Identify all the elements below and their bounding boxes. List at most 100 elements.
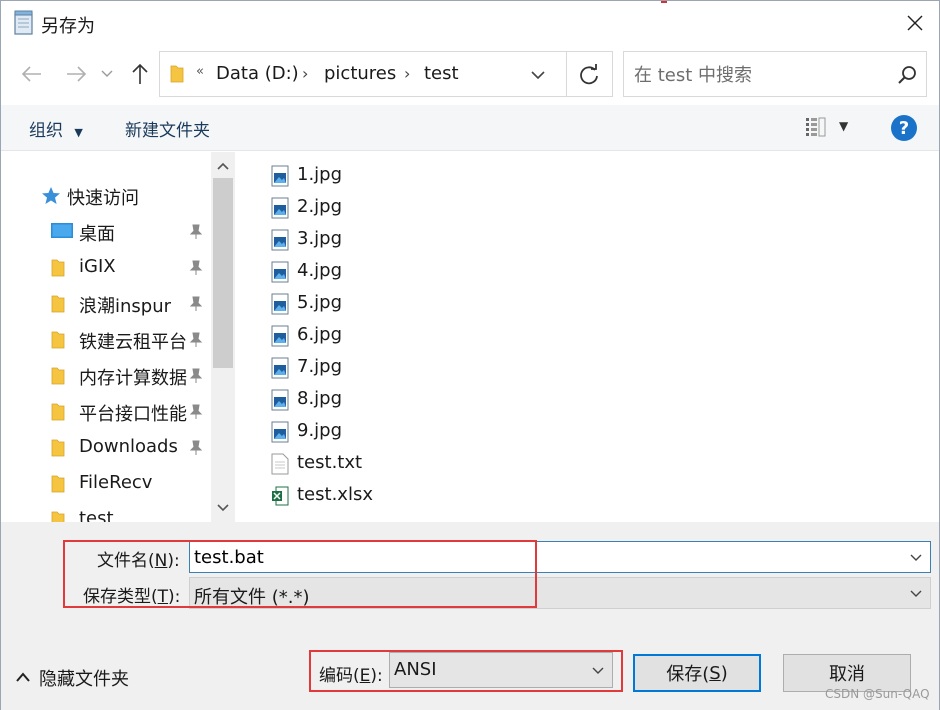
image-file-icon [271, 197, 289, 219]
file-item[interactable]: 4.jpg [267, 257, 567, 287]
crumb-test[interactable]: test [424, 63, 459, 84]
excel-file-icon [272, 486, 289, 506]
encoding-select[interactable]: ANSI [389, 652, 613, 688]
nav-item-tiejian[interactable]: 铁建云租平台 [1, 322, 211, 356]
window-title: 另存为 [41, 16, 95, 37]
nav-item-api-perf[interactable]: 平台接口性能 [1, 394, 211, 428]
scroll-thumb[interactable] [213, 178, 233, 368]
search-input[interactable] [634, 62, 884, 88]
file-item[interactable]: test.txt [267, 449, 567, 479]
image-file-icon [271, 293, 289, 315]
file-type-select[interactable]: 所有文件 (*.*) [189, 577, 931, 609]
file-item[interactable]: 2.jpg [267, 193, 567, 223]
nav-item-label: 浪潮inspur [79, 296, 172, 317]
image-file-icon [271, 165, 289, 187]
file-item[interactable]: 7.jpg [267, 353, 567, 383]
folder-icon [51, 295, 65, 313]
recent-locations-button[interactable] [97, 59, 117, 89]
back-button[interactable] [17, 59, 47, 89]
address-bar[interactable]: « Data (D:) › pictures › test [159, 51, 613, 97]
close-button[interactable] [895, 7, 935, 39]
folder-icon [51, 331, 65, 349]
pin-icon [189, 224, 203, 239]
file-item[interactable]: 1.jpg [267, 161, 567, 191]
up-button[interactable] [125, 59, 155, 89]
nav-item-label: 内存计算数据 [79, 368, 187, 389]
organize-button[interactable]: 组织 ▼ [29, 116, 83, 141]
file-list: 1.jpg 2.jpg 3.jpg 4.jpg 5.jpg 6.jpg 7.jpg 8.jpg… [237, 152, 939, 522]
nav-item-desktop[interactable]: 桌面 [1, 214, 211, 248]
scroll-down-icon[interactable] [211, 496, 235, 520]
title-accent-mark [661, 1, 667, 3]
chevron-down-icon[interactable] [590, 661, 606, 679]
crumb-drive[interactable]: Data (D:) [216, 63, 299, 84]
nav-item-label: Downloads [79, 436, 178, 457]
chevron-down-icon[interactable] [526, 64, 550, 86]
pin-icon [189, 440, 203, 455]
nav-item-downloads[interactable]: Downloads [1, 430, 211, 464]
file-item[interactable]: 3.jpg [267, 225, 567, 255]
help-icon[interactable]: ? [891, 115, 917, 141]
file-item[interactable]: 9.jpg [267, 417, 567, 447]
file-item[interactable]: test.xlsx [267, 481, 567, 511]
filename-label: 文件名(N): [97, 551, 180, 571]
refresh-icon[interactable] [576, 62, 602, 88]
file-name: 7.jpg [297, 356, 343, 377]
star-icon [42, 187, 60, 204]
file-name: test.txt [297, 452, 363, 473]
crumb-separator-icon[interactable]: › [404, 64, 410, 83]
nav-item-filerecv[interactable]: FileRecv [1, 466, 211, 500]
filename-input[interactable] [194, 545, 894, 569]
image-file-icon [271, 229, 289, 251]
search-icon[interactable] [896, 64, 918, 86]
view-caret-icon[interactable]: ▼ [839, 119, 848, 133]
search-box[interactable] [623, 51, 927, 97]
file-name: 8.jpg [297, 388, 343, 409]
nav-item-label: 桌面 [79, 224, 115, 245]
file-item[interactable]: 8.jpg [267, 385, 567, 415]
organize-label: 组织 [29, 121, 63, 141]
file-name: 2.jpg [297, 196, 343, 217]
nav-item-inspur[interactable]: 浪潮inspur [1, 286, 211, 320]
navigation-pane: 快速访问 桌面 iGIX 浪潮inspur 铁建云租平台 内存计算数据 平台接口… [1, 152, 237, 522]
folder-icon [170, 65, 184, 83]
file-name: 4.jpg [297, 260, 343, 281]
chevron-up-icon[interactable] [15, 671, 31, 683]
nav-item-label: iGIX [79, 256, 116, 277]
nav-item-test[interactable]: test [1, 502, 211, 522]
filename-combobox[interactable] [189, 541, 931, 573]
forward-button[interactable] [61, 59, 91, 89]
file-name: 1.jpg [297, 164, 343, 185]
title-bar: 另存为 [1, 1, 939, 45]
arrow-right-icon [67, 66, 87, 82]
nav-item-igix[interactable]: iGIX [1, 250, 211, 284]
hide-folders-button[interactable]: 隐藏文件夹 [39, 665, 129, 691]
chevron-down-icon[interactable] [908, 584, 924, 602]
nav-item-label: 铁建云租平台 [79, 332, 187, 353]
crumb-pictures[interactable]: pictures [324, 63, 396, 84]
image-file-icon [271, 325, 289, 347]
pin-icon [189, 404, 203, 419]
save-button[interactable]: 保存(S) [633, 654, 761, 692]
pin-icon [189, 296, 203, 311]
file-item[interactable]: 6.jpg [267, 321, 567, 351]
nav-scrollbar[interactable] [211, 152, 235, 522]
nav-quick-access[interactable]: 快速访问 [1, 178, 211, 212]
nav-item-memory-data[interactable]: 内存计算数据 [1, 358, 211, 392]
image-file-icon [271, 357, 289, 379]
arrow-up-icon [132, 63, 148, 84]
scroll-up-icon[interactable] [211, 154, 235, 178]
encoding-label: 编码(E): [319, 666, 383, 686]
view-options-icon[interactable] [803, 115, 829, 139]
arrow-left-icon [21, 66, 41, 82]
file-name: 6.jpg [297, 324, 343, 345]
folder-icon [51, 403, 65, 421]
overflow-marker[interactable]: « [196, 64, 204, 79]
address-divider [566, 52, 567, 96]
new-folder-button[interactable]: 新建文件夹 [125, 116, 210, 141]
chevron-down-icon[interactable] [908, 548, 924, 566]
quick-access-label: 快速访问 [67, 188, 139, 209]
desktop-icon [51, 223, 73, 238]
file-item[interactable]: 5.jpg [267, 289, 567, 319]
crumb-separator-icon[interactable]: › [302, 64, 308, 83]
